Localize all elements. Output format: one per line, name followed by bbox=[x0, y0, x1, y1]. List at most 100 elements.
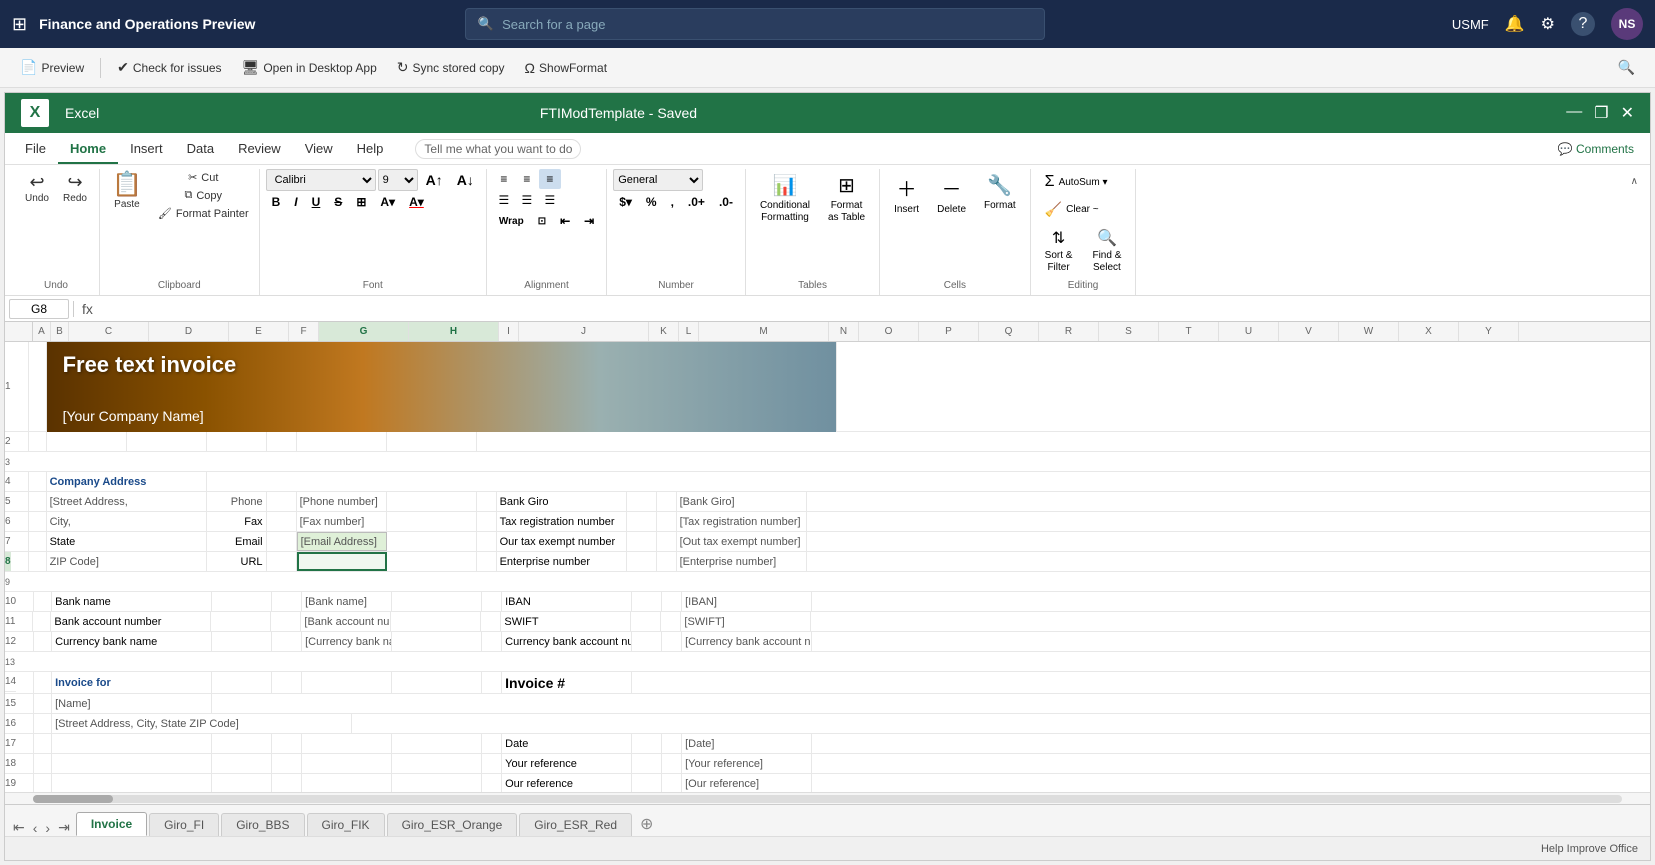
dec-decrease-button[interactable]: .0- bbox=[713, 193, 739, 211]
tab-data[interactable]: Data bbox=[175, 135, 226, 164]
cell-J12[interactable]: Currency bank account number bbox=[502, 632, 632, 651]
italic-button[interactable]: I bbox=[288, 193, 303, 211]
align-top-right-button[interactable]: ≡ bbox=[539, 169, 561, 189]
cell-J10[interactable]: IBAN bbox=[502, 592, 632, 611]
conditional-formatting-button[interactable]: 📊 ConditionalFormatting bbox=[752, 169, 818, 228]
strikethrough-button[interactable]: S bbox=[328, 193, 348, 211]
paste-button[interactable]: 📋 Paste bbox=[106, 169, 148, 214]
tab-help[interactable]: Help bbox=[345, 135, 396, 164]
col-F[interactable]: F bbox=[289, 322, 319, 341]
bold-button[interactable]: B bbox=[266, 193, 287, 211]
cell-C6[interactable]: City, bbox=[47, 512, 207, 531]
cell-G2[interactable] bbox=[297, 432, 387, 451]
sheet-tab-invoice[interactable]: Invoice bbox=[76, 812, 147, 836]
cell-M19[interactable]: [Our reference] bbox=[682, 774, 812, 792]
col-L[interactable]: L bbox=[679, 322, 699, 341]
cell-C10[interactable]: Bank name bbox=[52, 592, 212, 611]
cell-J7[interactable]: Our tax exempt number bbox=[497, 532, 627, 551]
col-S[interactable]: S bbox=[1099, 322, 1159, 341]
cell-C7[interactable]: State bbox=[47, 532, 207, 551]
preview-button[interactable]: 📄 Preview bbox=[12, 55, 92, 80]
fill-color-button[interactable]: A▾ bbox=[374, 193, 401, 211]
minimize-button[interactable]: — bbox=[1566, 103, 1582, 123]
cell-C8[interactable]: ZIP Code] bbox=[47, 552, 207, 571]
cell-G5[interactable]: [Phone number] bbox=[297, 492, 387, 511]
ribbon-collapse-button[interactable]: ∧ bbox=[1631, 176, 1638, 187]
comments-button[interactable]: 💬 Comments bbox=[1558, 142, 1634, 156]
col-Q[interactable]: Q bbox=[979, 322, 1039, 341]
col-P[interactable]: P bbox=[919, 322, 979, 341]
align-bottom-center-button[interactable]: ☰ bbox=[516, 190, 538, 210]
col-G[interactable]: G bbox=[319, 322, 409, 341]
align-bottom-left-button[interactable]: ☰ bbox=[493, 190, 515, 210]
col-K[interactable]: K bbox=[649, 322, 679, 341]
align-top-center-button[interactable]: ≡ bbox=[516, 169, 538, 189]
cell-J6[interactable]: Tax registration number bbox=[497, 512, 627, 531]
formula-input[interactable] bbox=[101, 299, 1646, 319]
sheet-nav-prev[interactable]: ‹ bbox=[29, 820, 42, 836]
help-improve-text[interactable]: Help Improve Office bbox=[1541, 843, 1638, 855]
sheet-nav-first[interactable]: ⇤ bbox=[9, 819, 29, 836]
cell-J11[interactable]: SWIFT bbox=[501, 612, 631, 631]
cell-C12[interactable]: Currency bank name bbox=[52, 632, 212, 651]
cell-F12[interactable]: [Currency bank name] bbox=[302, 632, 392, 651]
cell-M17[interactable]: [Date] bbox=[682, 734, 812, 753]
percent-button[interactable]: % bbox=[640, 193, 663, 211]
tab-file[interactable]: File bbox=[13, 135, 58, 164]
cell-C16[interactable]: [Street Address, City, State ZIP Code] bbox=[52, 714, 352, 733]
decrease-font-button[interactable]: A↓ bbox=[451, 170, 480, 190]
indent-dec-button[interactable]: ⇤ bbox=[554, 212, 576, 230]
underline-button[interactable]: U bbox=[306, 193, 327, 211]
avatar[interactable]: NS bbox=[1611, 8, 1643, 40]
align-bottom-right-button[interactable]: ☰ bbox=[539, 190, 561, 210]
cell-M7[interactable]: [Out tax exempt number] bbox=[677, 532, 807, 551]
format-button[interactable]: 🔧 Format bbox=[976, 169, 1024, 215]
tab-home[interactable]: Home bbox=[58, 135, 118, 164]
border-button[interactable]: ⊞ bbox=[350, 193, 372, 211]
col-W[interactable]: W bbox=[1339, 322, 1399, 341]
help-icon[interactable]: ? bbox=[1571, 12, 1595, 36]
col-C[interactable]: C bbox=[69, 322, 149, 341]
font-size-select[interactable]: 9 bbox=[378, 169, 418, 191]
currency-button[interactable]: $▾ bbox=[613, 193, 638, 211]
cell-F11[interactable]: [Bank account number] bbox=[301, 612, 391, 631]
find-select-button[interactable]: 🔍 Find &Select bbox=[1084, 224, 1129, 278]
cell-J14[interactable]: Invoice # bbox=[502, 672, 632, 693]
col-R[interactable]: R bbox=[1039, 322, 1099, 341]
tab-view[interactable]: View bbox=[293, 135, 345, 164]
col-M[interactable]: M bbox=[699, 322, 829, 341]
show-format-button[interactable]: Ω ShowFormat bbox=[517, 56, 616, 80]
tab-review[interactable]: Review bbox=[226, 135, 293, 164]
cell-M11[interactable]: [SWIFT] bbox=[681, 612, 811, 631]
cell-C5[interactable]: [Street Address, bbox=[47, 492, 207, 511]
sort-filter-button[interactable]: ⇅ Sort &Filter bbox=[1037, 224, 1081, 278]
format-painter-button[interactable]: 🖌Format Painter bbox=[154, 205, 253, 222]
format-as-table-button[interactable]: ⊞ Formatas Table bbox=[820, 169, 873, 228]
close-button[interactable]: ✕ bbox=[1621, 103, 1634, 123]
gear-icon[interactable]: ⚙ bbox=[1541, 14, 1555, 34]
sync-button[interactable]: ↻ Sync stored copy bbox=[389, 55, 513, 80]
cell-J8[interactable]: Enterprise number bbox=[497, 552, 627, 571]
delete-button[interactable]: － Delete bbox=[929, 169, 974, 219]
col-Y[interactable]: Y bbox=[1459, 322, 1519, 341]
wrap-text-button[interactable]: Wrap bbox=[493, 214, 530, 229]
bell-icon[interactable]: 🔔 bbox=[1505, 14, 1525, 34]
cell-M6[interactable]: [Tax registration number] bbox=[677, 512, 807, 531]
cell-G6[interactable]: [Fax number] bbox=[297, 512, 387, 531]
comma-button[interactable]: , bbox=[665, 193, 680, 211]
copy-button[interactable]: ⧉Copy bbox=[154, 187, 253, 204]
cell-M12[interactable]: [Currency bank account number] bbox=[682, 632, 812, 651]
increase-font-button[interactable]: A↑ bbox=[420, 170, 449, 190]
grid-icon[interactable]: ⊞ bbox=[12, 14, 27, 35]
font-color-button[interactable]: A▾ bbox=[403, 193, 430, 211]
cell-M10[interactable]: [IBAN] bbox=[682, 592, 812, 611]
col-N[interactable]: N bbox=[829, 322, 859, 341]
font-family-select[interactable]: Calibri bbox=[266, 169, 376, 191]
open-desktop-button[interactable]: 🖥 Open in Desktop App bbox=[234, 55, 385, 80]
cell-J17[interactable]: Date bbox=[502, 734, 632, 753]
search-bar[interactable]: 🔍 Search for a page bbox=[465, 8, 1045, 40]
indent-inc-button[interactable]: ⇥ bbox=[578, 212, 600, 230]
add-sheet-button[interactable]: ⊕ bbox=[632, 812, 661, 836]
col-J[interactable]: J bbox=[519, 322, 649, 341]
align-top-left-button[interactable]: ≡ bbox=[493, 169, 515, 189]
